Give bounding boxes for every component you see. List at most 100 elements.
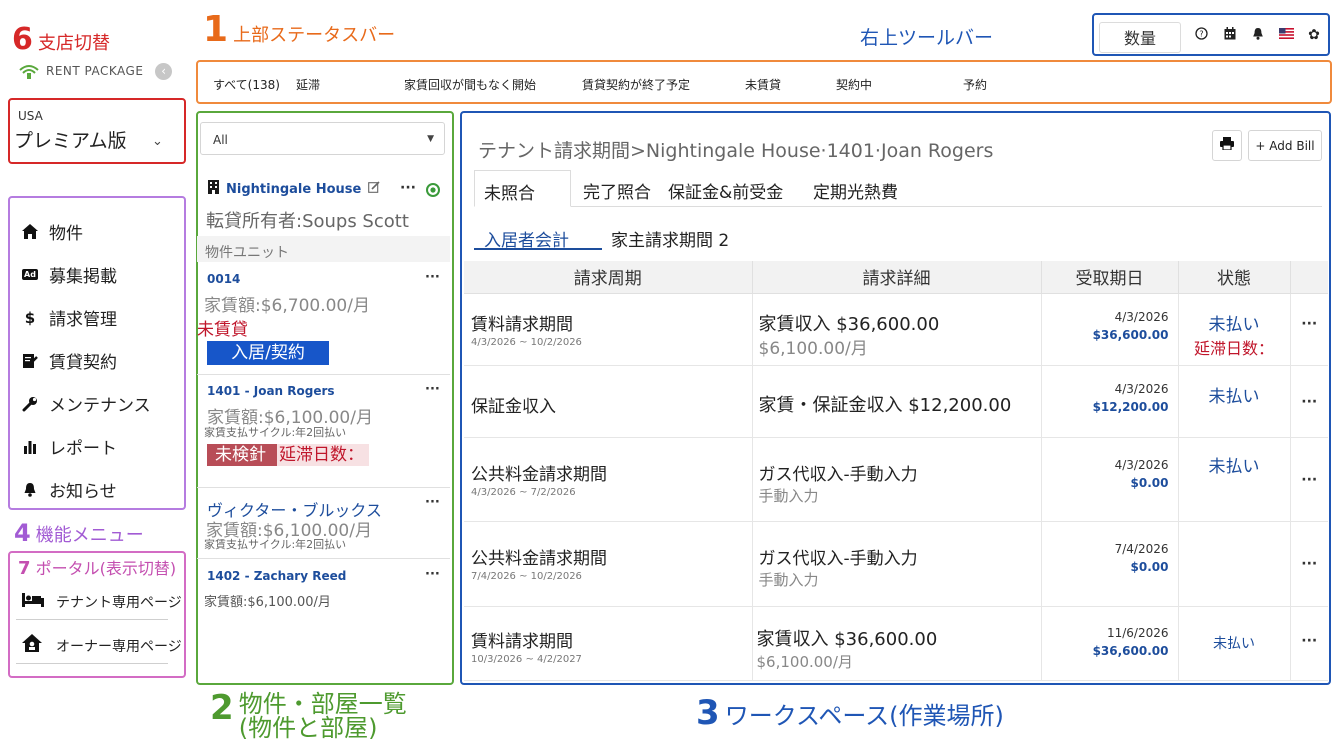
owner-home-icon [22, 634, 48, 657]
home-icon [20, 224, 40, 239]
table-row[interactable]: 賃料請求期間 10/3/2026 ~ 4/2/2027 家賃収入 $36,600… [464, 606, 1329, 681]
more-icon[interactable]: ··· [1291, 472, 1329, 488]
help-icon[interactable]: ? [1193, 27, 1209, 43]
unit-name[interactable]: 1402 - Zachary Reed [207, 569, 346, 583]
tab-reconciled[interactable]: 完了照合 [583, 178, 651, 203]
menu-label: 募集掲載 [49, 267, 117, 287]
dollar-icon: $ [24, 308, 36, 327]
table-row[interactable]: 保証金収入 家賃・保証金収入 $12,200.00 4/3/2026 $12,2… [464, 365, 1329, 438]
portal-item-owner[interactable]: オーナー専用ページ [22, 634, 182, 657]
status-filter-rent-starting[interactable]: 家賃回収が間もなく開始 [404, 76, 536, 93]
chevron-down-icon[interactable]: ⌄ [152, 134, 163, 149]
divider [197, 487, 450, 488]
status-filter-all[interactable]: すべて(138) [213, 76, 280, 93]
annotation-label-line2: (物件と部屋) [238, 714, 378, 742]
actions-cell: ··· [1290, 365, 1329, 438]
annotation-label: 物件・部屋一覧 (物件と部屋) [239, 692, 407, 740]
quantity-button[interactable]: 数量 [1099, 22, 1181, 53]
unit-rent: 家賃額:$6,100.00/月 [204, 595, 331, 610]
calendar-icon[interactable] [1222, 27, 1238, 43]
move-in-contract-button[interactable]: 入居/契約 [207, 341, 329, 365]
due-cell: 4/3/2026 $0.00 [1041, 437, 1179, 522]
table-row[interactable]: 公共料金請求期間 4/3/2026 ~ 7/2/2026 ガス代収入-手動入力 … [464, 437, 1329, 522]
divider [16, 663, 168, 664]
status-bar-annotation: 1 上部ステータスバー [203, 9, 395, 50]
add-bill-button[interactable]: + Add Bill [1248, 130, 1322, 161]
more-icon[interactable]: ··· [1291, 556, 1329, 572]
more-icon[interactable]: ··· [425, 270, 440, 285]
table-row[interactable]: 公共料金請求期間 7/4/2026 ~ 10/2/2026 ガス代収入-手動入力… [464, 521, 1329, 607]
logo[interactable]: RENT PACKAGE ‹ [18, 62, 173, 80]
due-cell: 7/4/2026 $0.00 [1041, 521, 1179, 607]
status-filter-reserved[interactable]: 予約 [963, 76, 987, 93]
status-filter-lease-ending[interactable]: 賃貸契約が終了予定 [582, 76, 690, 93]
branch-selector[interactable]: プレミアム版 [14, 126, 127, 153]
edit-icon[interactable] [368, 181, 380, 197]
menu-item-billing[interactable]: $ 請求管理 [20, 296, 180, 339]
detail-main: ガス代収入-手動入力 [758, 548, 918, 569]
detail-main: 家賃収入 $36,600.00 [758, 313, 940, 335]
tab-recurring-utilities[interactable]: 定期光熱費 [813, 178, 898, 203]
menu-item-properties[interactable]: 物件 [20, 210, 180, 253]
annotation-number: 7 [18, 558, 31, 579]
menu-item-reports[interactable]: レポート [20, 425, 180, 468]
table-row[interactable]: 賃料請求期間 4/3/2026 ~ 10/2/2026 家賃収入 $36,600… [464, 293, 1329, 366]
more-icon[interactable]: ··· [1291, 394, 1329, 410]
us-flag-icon[interactable] [1278, 27, 1294, 43]
bell-icon[interactable] [1250, 27, 1266, 43]
status-filter-overdue[interactable]: 延滞 [296, 76, 320, 93]
property-name[interactable]: Nightingale House [226, 182, 361, 197]
tab-unreconciled[interactable]: 未照合 [474, 170, 571, 207]
cycle-cell: 公共料金請求期間 7/4/2026 ~ 10/2/2026 [464, 521, 753, 607]
menu-item-notifications[interactable]: お知らせ [20, 468, 180, 511]
menu-item-contracts[interactable]: 賃貸契約 [20, 339, 180, 382]
more-icon[interactable]: ··· [425, 495, 440, 510]
status-filter-active[interactable]: 契約中 [836, 76, 872, 93]
column-header[interactable]: 請求詳細 [752, 261, 1042, 294]
column-header[interactable]: 状態 [1178, 261, 1291, 294]
due-amount: $36,600.00 [1092, 327, 1169, 342]
chevron-left-icon[interactable]: ‹ [155, 62, 173, 80]
more-icon[interactable]: ··· [1291, 633, 1329, 649]
detail-cell: ガス代収入-手動入力 手動入力 [752, 521, 1042, 607]
more-icon[interactable]: ··· [425, 567, 440, 582]
menu-label: 物件 [49, 224, 83, 244]
filter-value: All [213, 133, 228, 147]
menu-item-listings[interactable]: Ad 募集掲載 [20, 253, 180, 296]
unit-name[interactable]: 1401 - Joan Rogers [207, 384, 335, 398]
detail-cell: 家賃・保証金収入 $12,200.00 [752, 365, 1042, 438]
property-filter-select[interactable]: All ▼ [200, 122, 445, 155]
status-filter-vacant[interactable]: 未賃貸 [745, 76, 781, 93]
menu-label: 賃貸契約 [49, 353, 117, 373]
column-header[interactable]: 受取期日 [1041, 261, 1179, 294]
gear-icon[interactable]: ✿ [1306, 27, 1322, 43]
late-days-badge: 延滞日数： [277, 444, 369, 466]
status-cell: 未払い [1178, 606, 1291, 681]
more-icon[interactable]: ··· [1291, 316, 1329, 332]
actions-cell: ··· [1290, 606, 1329, 681]
menu-label: 請求管理 [49, 310, 117, 330]
subtab-landlord-billing[interactable]: 家主請求期間 2 [611, 226, 729, 251]
cycle-name: 公共料金請求期間 [471, 464, 607, 485]
column-header[interactable]: 請求周期 [464, 261, 753, 294]
detail-main: 家賃・保証金収入 $12,200.00 [758, 394, 1012, 416]
menu-label: レポート [49, 439, 117, 459]
divider [197, 374, 450, 375]
branch-country: USA [18, 109, 43, 123]
vacant-status: 未賃貸 [197, 320, 248, 340]
property-more-icon[interactable]: ··· [400, 180, 416, 196]
tab-deposits[interactable]: 保証金&前受金 [668, 178, 783, 203]
printer-icon [1220, 137, 1234, 154]
function-menu-annotation: 4 機能メニュー [14, 519, 144, 547]
menu-item-maintenance[interactable]: メンテナンス [20, 382, 180, 425]
detail-cell: ガス代収入-手動入力 手動入力 [752, 437, 1042, 522]
divider [16, 619, 168, 620]
more-icon[interactable]: ··· [425, 382, 440, 397]
ad-icon: Ad [22, 269, 38, 280]
portal-annotation: 7 ポータル(表示切替) [18, 555, 176, 579]
tabs-underline [474, 206, 1322, 207]
portal-item-tenant[interactable]: テナント専用ページ [22, 592, 182, 612]
unit-name[interactable]: 0014 [207, 272, 240, 286]
property-header[interactable]: Nightingale House [208, 180, 380, 198]
print-button[interactable] [1212, 130, 1242, 161]
